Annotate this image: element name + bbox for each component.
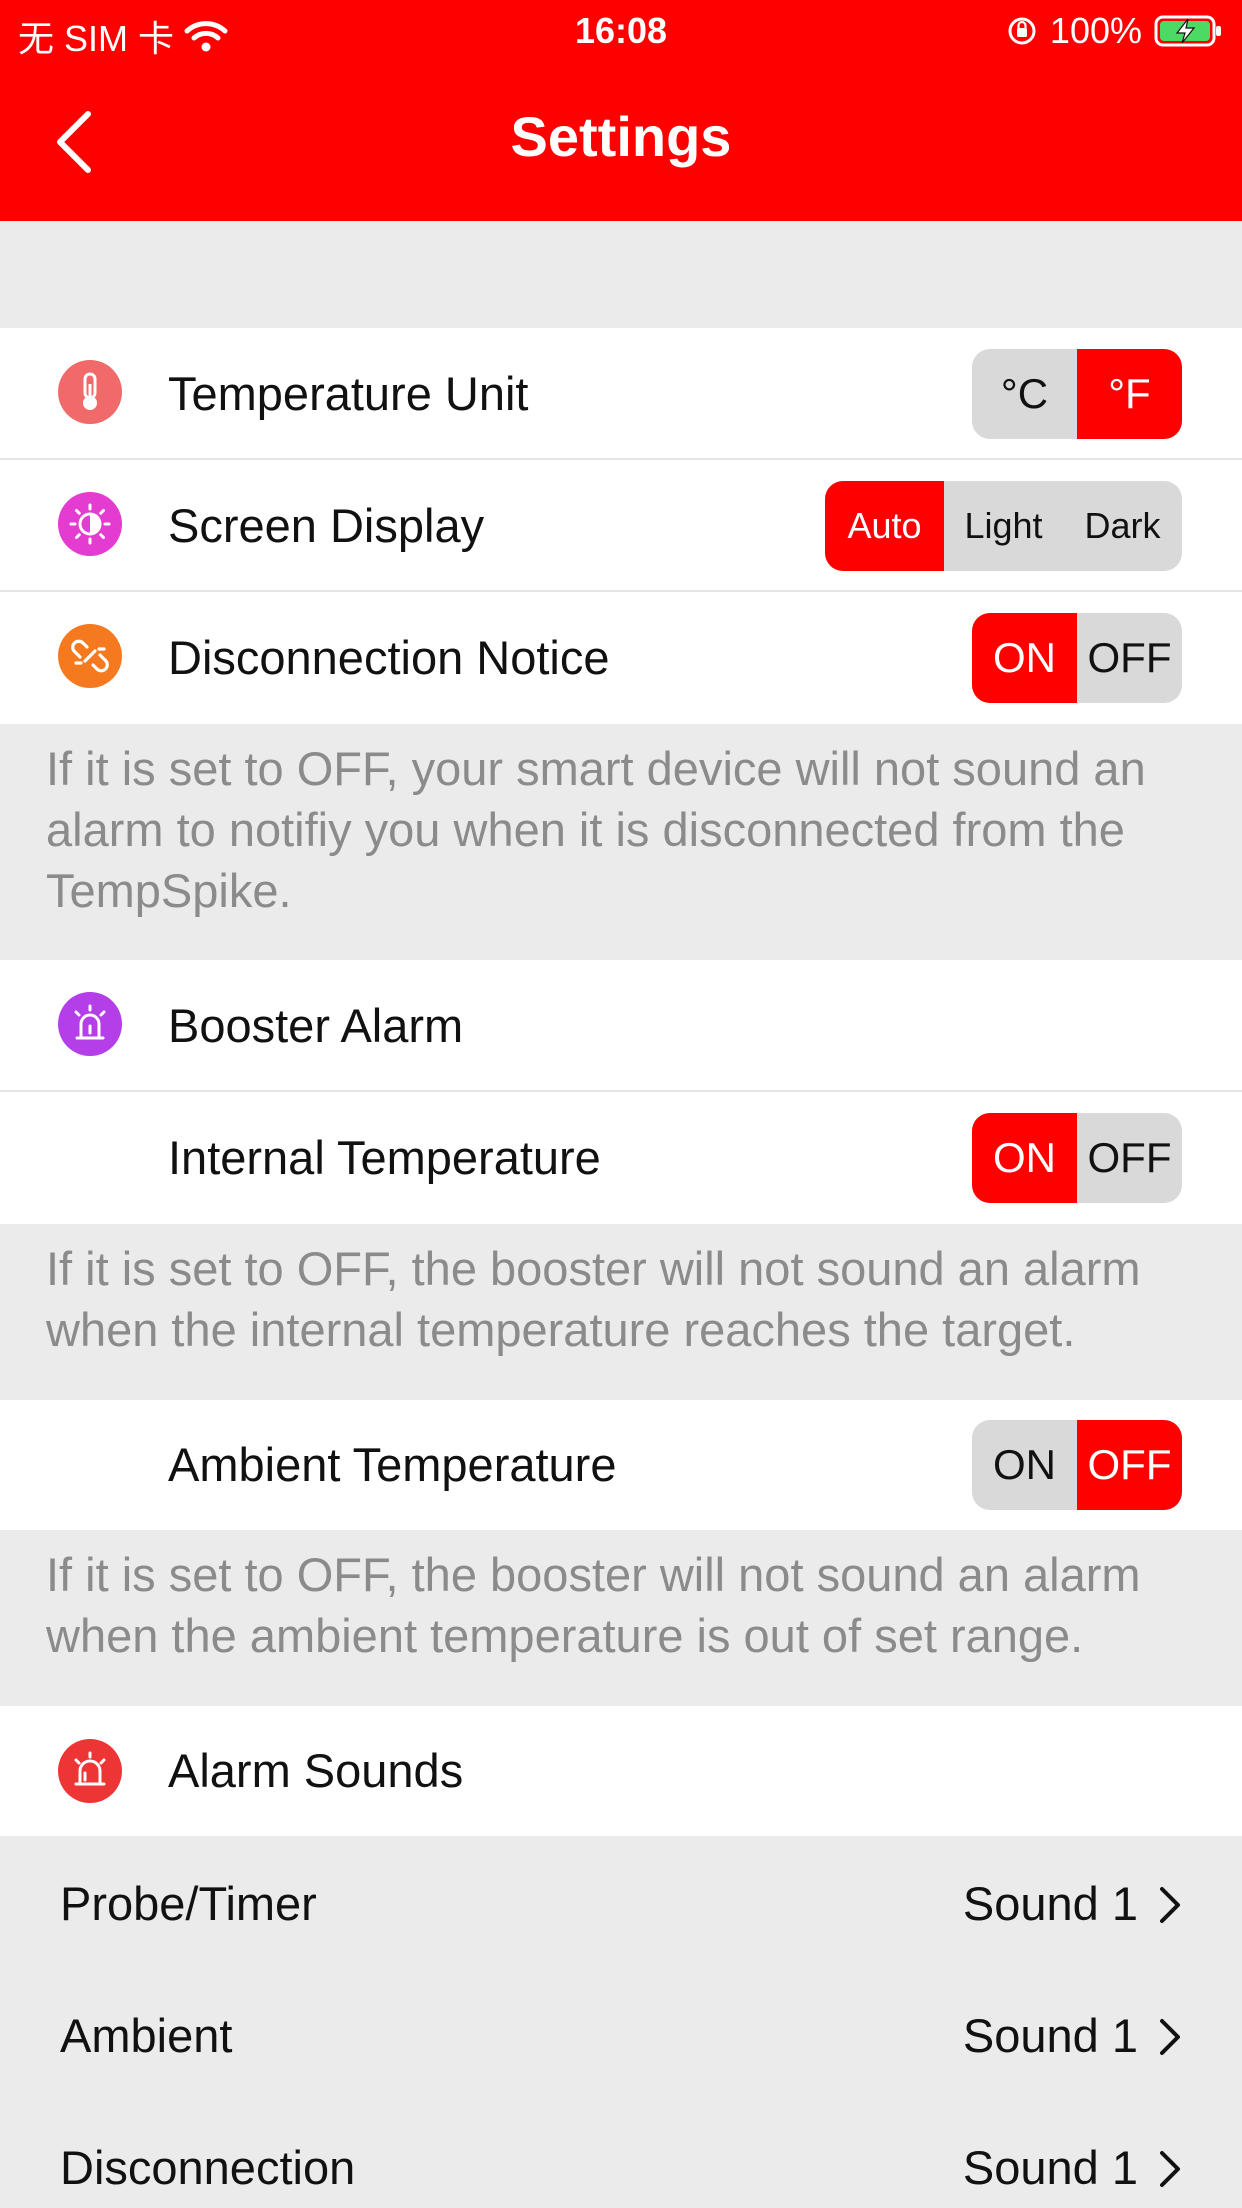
alarm-bell-icon xyxy=(58,1739,122,1803)
page-title: Settings xyxy=(510,105,732,168)
unlink-icon xyxy=(58,624,122,688)
internal-temperature-toggle: ON OFF xyxy=(972,1113,1182,1203)
sound-row-disconnection[interactable]: Disconnection Sound 1 xyxy=(0,2102,1242,2208)
fahrenheit-option[interactable]: °F xyxy=(1077,349,1182,439)
sound-row-value: Sound 1 xyxy=(962,1877,1138,1930)
celsius-option[interactable]: °C xyxy=(972,349,1077,439)
screen-display-toggle: Auto Light Dark xyxy=(825,481,1182,571)
app-header: 无 SIM 卡 16:08 100% Settings xyxy=(0,0,1242,221)
disconnection-notice-label: Disconnection Notice xyxy=(168,631,610,684)
siren-icon xyxy=(58,992,122,1056)
auto-option[interactable]: Auto xyxy=(825,481,944,571)
off-option[interactable]: OFF xyxy=(1077,613,1182,703)
booster-alarm-label: Booster Alarm xyxy=(168,999,464,1052)
chevron-right-icon xyxy=(1160,1887,1180,1923)
brightness-icon xyxy=(58,492,122,556)
alarm-sounds-row: Alarm Sounds xyxy=(0,1706,1242,1836)
ambient-temperature-row: Ambient Temperature ON OFF xyxy=(0,1400,1242,1530)
ambient-temperature-label: Ambient Temperature xyxy=(168,1438,617,1491)
battery-percentage: 100% xyxy=(1049,10,1142,51)
ambient-temperature-note: If it is set to OFF, the booster will no… xyxy=(0,1530,1242,1706)
orientation-lock-icon xyxy=(1008,17,1036,45)
sound-row-value: Sound 1 xyxy=(962,2141,1138,2194)
thermometer-icon xyxy=(58,360,122,424)
status-bar-right: 100% xyxy=(1006,10,1224,52)
chevron-right-icon xyxy=(1160,2151,1180,2187)
off-option[interactable]: OFF xyxy=(1077,1113,1182,1203)
disconnection-notice-row: Disconnection Notice ON OFF xyxy=(0,592,1242,724)
on-option[interactable]: ON xyxy=(972,1420,1077,1510)
sound-row-label: Ambient xyxy=(60,2009,233,2062)
screen-display-row: Screen Display Auto Light Dark xyxy=(0,460,1242,592)
dark-option[interactable]: Dark xyxy=(1063,481,1182,571)
internal-temperature-row: Internal Temperature ON OFF xyxy=(0,1092,1242,1224)
off-option[interactable]: OFF xyxy=(1077,1420,1182,1510)
alarm-sounds-label: Alarm Sounds xyxy=(168,1744,464,1797)
disconnection-notice-note: If it is set to OFF, your smart device w… xyxy=(0,724,1242,960)
sound-row-ambient[interactable]: Ambient Sound 1 xyxy=(0,1970,1242,2102)
temperature-unit-row: Temperature Unit °C °F xyxy=(0,328,1242,460)
battery-charging-icon xyxy=(1154,15,1221,47)
booster-alarm-row: Booster Alarm xyxy=(0,960,1242,1092)
on-option[interactable]: ON xyxy=(972,613,1077,703)
on-option[interactable]: ON xyxy=(972,1113,1077,1203)
sound-row-label: Probe/Timer xyxy=(60,1877,317,1930)
sound-row-value: Sound 1 xyxy=(962,2009,1138,2062)
sound-row-label: Disconnection xyxy=(60,2141,356,2194)
chevron-right-icon xyxy=(1160,2019,1180,2055)
ambient-temperature-toggle: ON OFF xyxy=(972,1420,1182,1510)
light-option[interactable]: Light xyxy=(944,481,1063,571)
disconnection-notice-toggle: ON OFF xyxy=(972,613,1182,703)
screen-display-label: Screen Display xyxy=(168,499,485,552)
internal-temperature-label: Internal Temperature xyxy=(168,1131,601,1184)
temperature-unit-toggle: °C °F xyxy=(972,349,1182,439)
sound-row-probe-timer[interactable]: Probe/Timer Sound 1 xyxy=(0,1838,1242,1970)
temperature-unit-label: Temperature Unit xyxy=(168,367,529,420)
internal-temperature-note: If it is set to OFF, the booster will no… xyxy=(0,1224,1242,1400)
